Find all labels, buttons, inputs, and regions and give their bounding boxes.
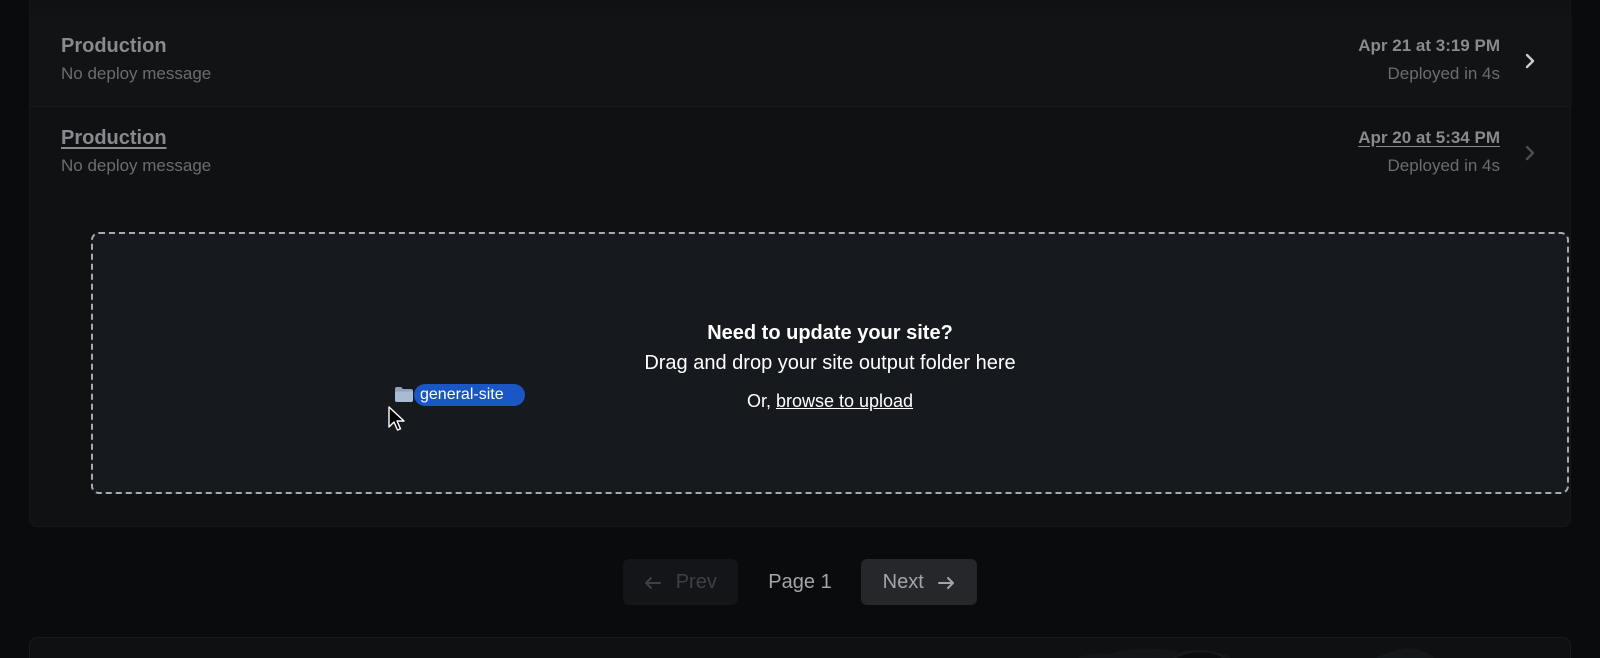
- pagination: Prev Page 1 Next: [0, 559, 1600, 605]
- deploy-duration: Deployed in 4s: [1387, 64, 1500, 83]
- deploy-timestamp: Apr 21 at 3:19 PM: [1358, 36, 1500, 55]
- chevron-right-icon: [1525, 145, 1535, 161]
- dropzone-browse-line: Or, browse to upload: [93, 389, 1567, 413]
- deploy-context: Production: [61, 35, 167, 57]
- deploy-info: Production No deploy message: [61, 126, 211, 176]
- arrow-left-icon: [645, 576, 662, 589]
- dropzone-heading: Need to update your site?: [707, 322, 953, 344]
- deploy-info: Production No deploy message: [61, 34, 211, 84]
- dropzone-instructions: Drag and drop your site output folder he…: [644, 352, 1016, 374]
- deploy-duration: Deployed in 4s: [1387, 156, 1500, 175]
- deploy-context: Production: [61, 127, 167, 149]
- or-text: Or,: [746, 391, 771, 411]
- deploy-message: No deploy message: [61, 156, 212, 175]
- prev-label: Prev: [675, 571, 717, 593]
- browse-to-upload-link[interactable]: browse to upload: [776, 391, 913, 411]
- folder-icon: [395, 387, 413, 402]
- deploy-meta: Apr 21 at 3:19 PM Deployed in 4s: [1358, 34, 1500, 84]
- deploy-row[interactable]: Production No deploy message Apr 21 at 3…: [30, 15, 1572, 107]
- mouse-cursor-icon: [388, 406, 405, 431]
- prev-page-button[interactable]: Prev: [623, 559, 738, 605]
- page: Production No deploy message Apr 21 at 3…: [0, 0, 1600, 658]
- deploy-meta: Apr 20 at 5:34 PM Deployed in 4s: [1358, 126, 1500, 176]
- deploy-timestamp: Apr 20 at 5:34 PM: [1358, 128, 1500, 147]
- next-section-card: [29, 637, 1571, 658]
- next-label: Next: [882, 571, 924, 593]
- upload-dropzone[interactable]: Need to update your site? Drag and drop …: [91, 232, 1569, 494]
- dragged-folder-name: general-site: [414, 384, 525, 406]
- deploy-list-card: Production No deploy message Apr 21 at 3…: [29, 0, 1572, 527]
- current-page-indicator: Page 1: [768, 571, 832, 593]
- arrow-right-icon: [938, 576, 955, 589]
- deploy-message: No deploy message: [61, 64, 212, 83]
- chevron-right-icon: [1525, 53, 1535, 69]
- next-page-button[interactable]: Next: [861, 559, 977, 605]
- deploy-row[interactable]: Production No deploy message Apr 20 at 5…: [30, 107, 1572, 199]
- decorative-illustration: [1077, 648, 1435, 658]
